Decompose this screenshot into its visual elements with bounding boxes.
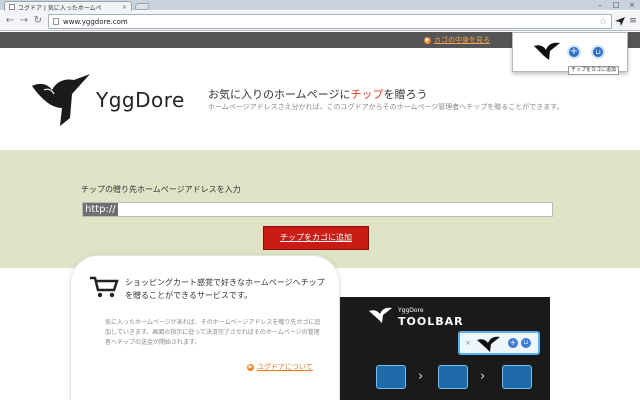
view-cart-icon[interactable]: ⊔ xyxy=(591,45,605,59)
popup-close-icon: × xyxy=(465,339,471,347)
step-arrow-icon: › xyxy=(418,369,424,384)
maximize-button[interactable]: □ xyxy=(608,0,624,10)
tagline: お気に入りのホームページにチップを贈ろう xyxy=(208,86,427,102)
add-tip-to-cart-button[interactable]: チップをカゴに追加 xyxy=(263,226,369,250)
yggdore-bird-logo-icon xyxy=(32,74,90,126)
arrow-bullet-icon: ▶ xyxy=(247,363,254,371)
page-favicon-icon xyxy=(9,4,15,10)
view-cart-link[interactable]: ▶ カゴの中身を見る xyxy=(424,35,490,45)
shopping-cart-icon xyxy=(90,276,119,298)
tip-url-field[interactable]: http:// xyxy=(82,202,553,217)
browser-toolbar: ← → ↻ ☆ ≡ xyxy=(0,11,640,31)
popup-cart-icon: ⊔ xyxy=(521,338,531,348)
yggdore-extension-icon[interactable] xyxy=(614,15,626,27)
add-to-cart-icon[interactable]: + xyxy=(567,45,581,59)
browser-tab-strip: ユグドア | 気に入ったホームペ × – □ × xyxy=(0,0,640,12)
info-heading: ショッピングカート感覚で好きなホームページへチップを贈ることができるサービスです… xyxy=(125,278,325,300)
toolbar-popup-preview: × + ⊔ xyxy=(458,331,540,355)
popup-bird-logo-icon xyxy=(534,42,560,60)
menu-icon[interactable]: ≡ xyxy=(628,15,638,27)
promo-brand-big: TOOLBAR xyxy=(398,315,464,328)
reload-icon[interactable]: ↻ xyxy=(32,15,44,27)
view-cart-label: カゴの中身を見る xyxy=(434,36,490,44)
close-window-button[interactable]: × xyxy=(624,0,640,10)
bookmark-star-icon[interactable]: ☆ xyxy=(599,16,607,28)
window-controls: – □ × xyxy=(592,0,640,10)
url-input[interactable] xyxy=(63,16,583,27)
forward-arrow-icon[interactable]: → xyxy=(18,15,30,27)
promo-brand-small: YggDore xyxy=(398,307,424,314)
step-cart-icon xyxy=(502,365,532,389)
about-yggdore-link[interactable]: ▶ ユグドアについて xyxy=(247,362,313,372)
info-body: 気に入ったホームページがあれば、そのホームページアドレスを贈り先カゴに追加してい… xyxy=(105,319,321,346)
tagline-suffix: を贈ろう xyxy=(383,88,428,101)
page-icon xyxy=(53,18,59,25)
logo-wordmark: YggDore xyxy=(96,88,185,112)
toolbar-bird-icon xyxy=(369,307,392,323)
new-tab-button[interactable] xyxy=(133,3,151,10)
tagline-prefix: お気に入りのホームページに xyxy=(208,88,351,101)
step-arrow-icon: › xyxy=(480,369,486,384)
popup-bird-icon xyxy=(477,336,500,352)
step-window-icon xyxy=(438,365,468,389)
tip-url-value: http:// xyxy=(83,203,118,216)
info-card: ショッピングカート感覚で好きなホームページへチップを贈ることができるサービスです… xyxy=(70,255,340,400)
tagline-highlight: チップ xyxy=(350,88,384,101)
minimize-button[interactable]: – xyxy=(592,0,608,10)
subtagline: ホームページアドレスさえ分かれば、このユグドアからそのホームページ管理者へチップ… xyxy=(208,103,564,111)
popup-add-icon: + xyxy=(508,338,518,348)
back-arrow-icon[interactable]: ← xyxy=(4,15,16,27)
step-browser-icon xyxy=(376,365,406,389)
add-to-cart-tooltip: チップをカゴに追加 xyxy=(568,66,620,75)
address-bar[interactable]: ☆ xyxy=(48,14,612,29)
arrow-bullet-icon: ▶ xyxy=(424,36,431,44)
toolbar-promo: YggDore TOOLBAR × + ⊔ › › xyxy=(340,297,550,400)
url-input-label: チップの贈り先ホームページアドレスを入力 xyxy=(81,185,241,194)
tab-close-icon[interactable]: × xyxy=(122,4,127,11)
about-link-label: ユグドアについて xyxy=(257,363,313,371)
